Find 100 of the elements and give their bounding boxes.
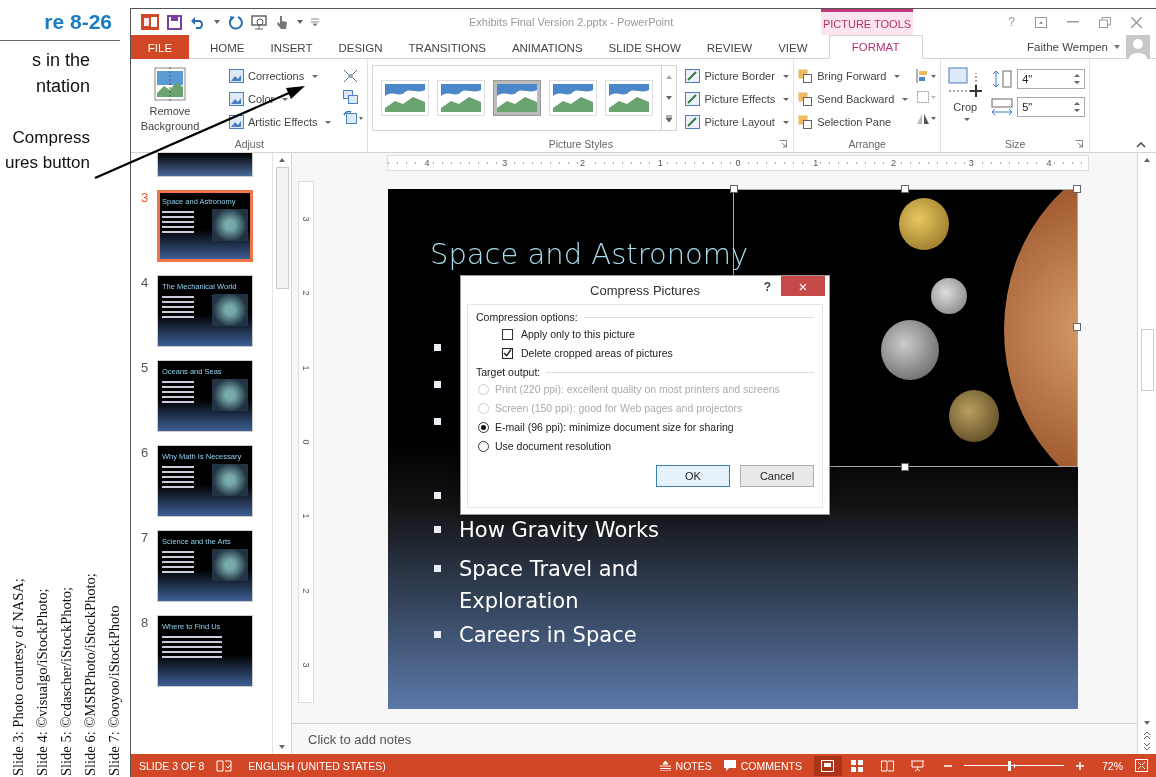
figure-label: re 8-26 xyxy=(43,10,113,34)
radio-label: Use document resolution xyxy=(495,440,612,452)
radio-button[interactable] xyxy=(478,421,489,433)
reset-picture-icon[interactable] xyxy=(343,111,364,125)
checkbox[interactable] xyxy=(502,347,513,359)
redo-icon[interactable] xyxy=(228,14,243,30)
ribbon-tab[interactable]: ANIMATIONS xyxy=(498,35,596,59)
selection-handle[interactable] xyxy=(1073,323,1081,331)
ribbon-command[interactable]: Picture Layout xyxy=(685,113,790,131)
photo-credit: Slide 4: ©visualgo/iStockPhoto; xyxy=(33,587,51,776)
selection-handle[interactable] xyxy=(901,185,909,193)
photo-placeholder xyxy=(212,209,248,241)
fit-slide-icon[interactable] xyxy=(1135,759,1148,772)
group-label: Size xyxy=(1005,138,1026,150)
ribbon-tab[interactable]: DESIGN xyxy=(325,35,396,59)
radio-label: E-mail (96 ppi): minimize document size for sharing xyxy=(495,421,734,433)
picture-style-thumbnail[interactable] xyxy=(493,80,542,116)
picture-icon xyxy=(229,92,244,106)
next-slide-icon[interactable] xyxy=(1142,742,1152,752)
ribbon-command[interactable]: Selection Pane xyxy=(798,113,909,131)
scrollbar-thumb[interactable] xyxy=(275,167,289,289)
compress-pictures-icon[interactable] xyxy=(343,69,359,83)
ribbon-tab[interactable]: FORMAT xyxy=(828,35,923,59)
language-indicator[interactable]: ENGLISH (UNITED STATES) xyxy=(248,759,386,772)
dialog-launcher-icon[interactable] xyxy=(1075,140,1084,148)
ribbon-tab[interactable]: INSERT xyxy=(257,35,326,59)
selection-handle[interactable] xyxy=(1073,185,1081,193)
ribbon-tab[interactable]: REVIEW xyxy=(693,35,766,59)
slide-number: 6 xyxy=(141,445,150,462)
picture-icon xyxy=(685,69,701,83)
caret-icon[interactable] xyxy=(297,20,303,24)
ribbon-command[interactable]: Picture Effects xyxy=(685,90,790,108)
selection-handle[interactable] xyxy=(901,463,909,471)
ribbon-tab[interactable]: SLIDE SHOW xyxy=(595,35,694,59)
notes-button[interactable]: NOTES xyxy=(659,759,712,772)
save-icon[interactable] xyxy=(167,14,182,30)
layers-icon xyxy=(798,115,814,129)
ribbon-command[interactable]: Artistic Effects xyxy=(229,113,332,131)
change-picture-icon[interactable] xyxy=(343,90,359,104)
caret-icon[interactable] xyxy=(1114,44,1120,49)
bullet-marker xyxy=(434,418,441,425)
remove-background-button[interactable]: Remove Background xyxy=(135,63,205,136)
group-label: Arrange xyxy=(848,138,886,150)
ribbon-command[interactable]: Corrections xyxy=(229,67,332,85)
scrollbar-thumb[interactable] xyxy=(1140,329,1154,391)
ribbon-tab[interactable]: VIEW xyxy=(765,35,821,59)
customize-icon[interactable] xyxy=(311,18,319,26)
crop-button[interactable]: Crop xyxy=(945,63,986,136)
spin-icon[interactable] xyxy=(1074,73,1081,85)
selection-handle[interactable] xyxy=(730,185,738,193)
callout-text: Compress xyxy=(11,127,91,149)
previous-slide-icon[interactable] xyxy=(1142,730,1152,740)
ribbon-command[interactable]: Send Backward xyxy=(798,90,909,108)
photo-placeholder xyxy=(212,549,248,581)
group-icon[interactable] xyxy=(916,90,937,104)
radio-button[interactable] xyxy=(478,440,489,452)
close-button[interactable]: × xyxy=(781,276,825,296)
align-icon[interactable] xyxy=(916,69,937,83)
dialog-title: Compress Pictures xyxy=(590,282,700,298)
crop-icon xyxy=(948,67,983,97)
bullet-marker xyxy=(434,381,441,388)
checkbox[interactable] xyxy=(502,328,513,340)
comments-button[interactable]: COMMENTS xyxy=(723,759,802,772)
bullet-text: Space Travel and Exploration xyxy=(459,556,640,615)
ribbon-tab[interactable]: TRANSITIONS xyxy=(395,35,499,59)
callout-text: ures button xyxy=(3,152,91,174)
spelling-icon[interactable] xyxy=(216,759,233,772)
bullet-marker xyxy=(434,565,441,572)
more-icon[interactable] xyxy=(664,114,675,125)
zoom-in-icon[interactable] xyxy=(1076,761,1084,770)
bullet-text: How Gravity Works xyxy=(459,517,660,544)
ribbon-command[interactable]: Picture Border xyxy=(685,67,790,85)
ribbon-display-icon[interactable] xyxy=(1035,16,1047,28)
zoom-slider-thumb[interactable] xyxy=(1008,760,1011,771)
caret-icon[interactable] xyxy=(214,20,220,24)
collapse-ribbon-icon[interactable] xyxy=(1136,141,1146,148)
slide-thumbnail[interactable] xyxy=(157,153,253,177)
presentation-icon[interactable] xyxy=(251,14,267,30)
touch-icon[interactable] xyxy=(275,14,289,30)
user-name[interactable]: Faithe Wempen xyxy=(1027,40,1108,53)
restore-icon[interactable] xyxy=(1099,16,1111,28)
undo-icon[interactable] xyxy=(190,15,206,29)
checkmark-icon xyxy=(503,348,512,358)
dialog-button[interactable]: OK xyxy=(656,465,730,487)
zoom-level[interactable]: 72% xyxy=(1102,759,1123,772)
height-field[interactable]: 4" xyxy=(1017,69,1086,89)
ribbon-command[interactable]: Bring Forward xyxy=(798,67,909,85)
help-button[interactable]: ? xyxy=(763,280,771,294)
width-field[interactable]: 5" xyxy=(1017,97,1086,117)
slide-number: 8 xyxy=(141,615,150,632)
view-button[interactable] xyxy=(814,755,842,776)
ribbon-tab[interactable]: HOME xyxy=(197,35,258,59)
caption-text: ntation xyxy=(34,75,91,98)
close-icon[interactable] xyxy=(1131,16,1142,28)
height-icon xyxy=(991,70,1014,88)
dialog-button[interactable]: Cancel xyxy=(740,465,814,487)
photo-placeholder xyxy=(212,379,248,411)
spin-icon[interactable] xyxy=(1074,101,1081,113)
ribbon-tab[interactable]: FILE xyxy=(131,35,189,59)
dialog-launcher-icon[interactable] xyxy=(779,140,788,148)
